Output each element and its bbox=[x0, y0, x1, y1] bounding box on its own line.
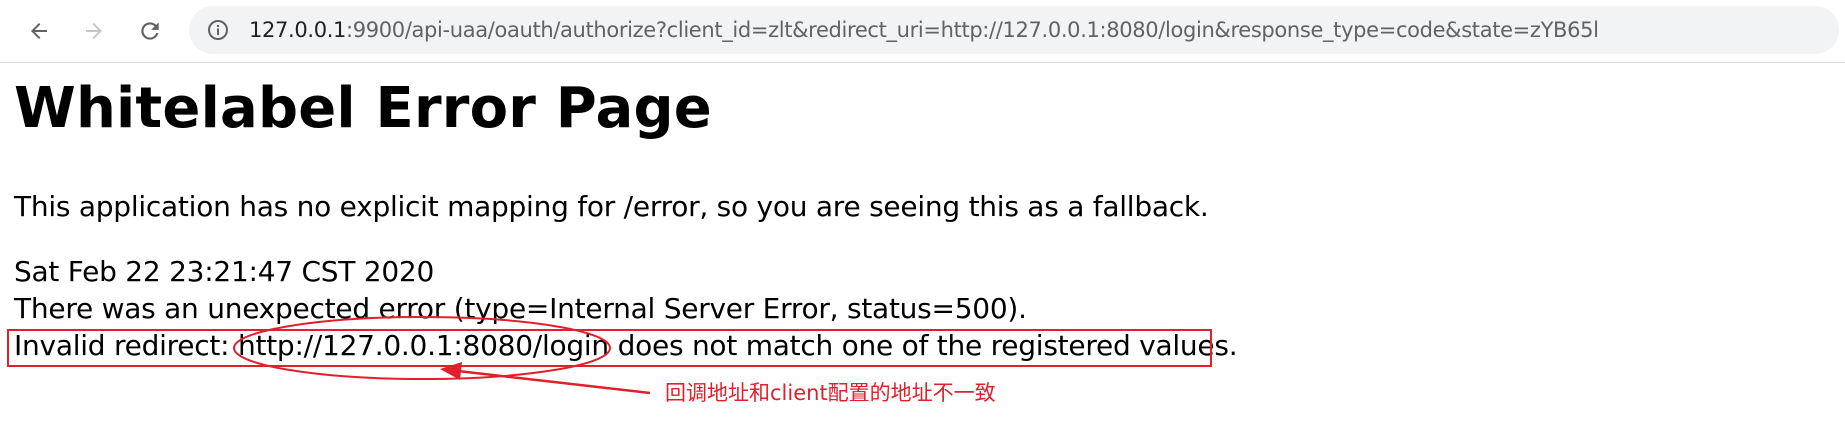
arrow-head bbox=[440, 362, 462, 380]
annotation-overlay bbox=[233, 316, 651, 395]
annotation-note: 回调地址和client配置的地址不一致 bbox=[665, 381, 996, 405]
annotation-arrow bbox=[457, 369, 651, 395]
highlight-ellipse bbox=[233, 316, 611, 380]
